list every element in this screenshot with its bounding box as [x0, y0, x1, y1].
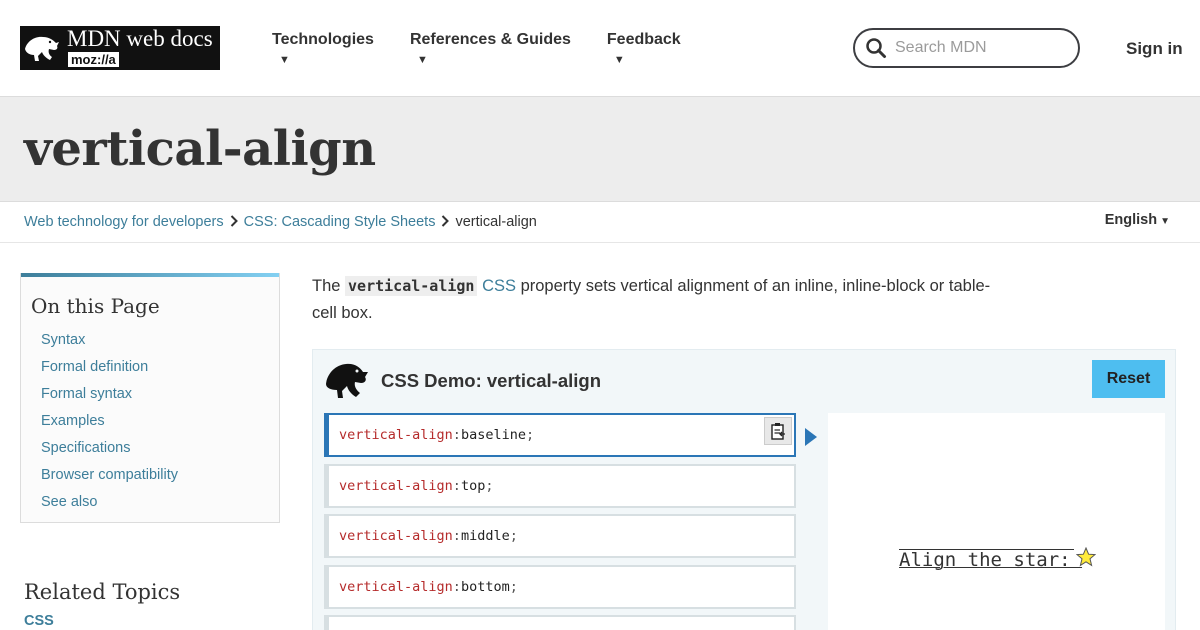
toc-link-syntax[interactable]: Syntax: [41, 332, 279, 359]
choice-semicolon: ;: [509, 528, 518, 544]
choice-semicolon: ;: [509, 579, 518, 595]
choice-semicolon: ;: [485, 478, 494, 494]
demo-header: CSS Demo: vertical-align: [325, 362, 601, 400]
search-input[interactable]: [895, 39, 1065, 57]
choice-property: vertical-align: [339, 427, 453, 443]
logo-text: MDN web docs moz://a: [64, 26, 220, 70]
demo-choice-middle[interactable]: vertical-align: middle;: [324, 514, 796, 558]
toc-link-specifications[interactable]: Specifications: [41, 440, 279, 467]
breadcrumb-link-css[interactable]: CSS: Cascading Style Sheets: [244, 214, 436, 230]
related-topics: Related Topics CSS: [24, 580, 180, 629]
main-nav: Technologies ▼ References & Guides ▼ Fee…: [272, 30, 717, 70]
nav-feedback[interactable]: Feedback ▼: [607, 30, 681, 70]
toc-heading: On this Page: [31, 294, 160, 318]
toc-link-formal-definition[interactable]: Formal definition: [41, 359, 279, 386]
interactive-demo: CSS Demo: vertical-align Reset vertical-…: [312, 349, 1176, 630]
choice-value: bottom: [460, 579, 510, 595]
toc-link-browser-compatibility[interactable]: Browser compatibility: [41, 467, 279, 494]
mdn-logo[interactable]: MDN web docs moz://a: [20, 26, 220, 70]
search-icon: [866, 38, 886, 58]
site-header: MDN web docs moz://a Technologies ▼ Refe…: [0, 0, 1200, 97]
nav-label: References & Guides: [409, 31, 571, 48]
choice-value: top: [460, 478, 486, 494]
breadcrumb-bar: Web technology for developers CSS: Casca…: [0, 202, 1200, 243]
language-label: English: [1104, 212, 1158, 228]
copy-to-clipboard-icon[interactable]: [764, 417, 792, 445]
choice-property: vertical-align: [339, 528, 453, 544]
choice-colon: :: [452, 579, 461, 595]
title-band: vertical-align: [0, 97, 1200, 202]
intro-code: vertical-align: [345, 276, 478, 296]
breadcrumb: Web technology for developers CSS: Casca…: [24, 214, 537, 230]
nav-label: Feedback: [606, 31, 681, 48]
demo-choice-bottom[interactable]: vertical-align: bottom;: [324, 565, 796, 609]
caret-down-icon: ▼: [279, 54, 290, 66]
choice-semicolon: ;: [525, 427, 535, 443]
choice-colon: :: [452, 478, 461, 494]
intro-paragraph: The vertical-align CSS property sets ver…: [312, 273, 992, 327]
toc-accent-bar: [21, 273, 279, 277]
star-icon: [1076, 547, 1096, 567]
demo-choice-baseline[interactable]: vertical-align: baseline;: [324, 413, 796, 457]
sign-in-link[interactable]: Sign in: [1126, 39, 1183, 59]
toc-link-see-also[interactable]: See also: [41, 494, 279, 521]
demo-title: CSS Demo: vertical-align: [381, 370, 602, 391]
page-title: vertical-align: [24, 121, 376, 177]
on-this-page-panel: On this Page Syntax Formal definition Fo…: [20, 273, 280, 523]
toc-link-formal-syntax[interactable]: Formal syntax: [41, 386, 279, 413]
choice-property: vertical-align: [339, 579, 453, 595]
reset-button[interactable]: Reset: [1092, 360, 1165, 398]
related-link-css[interactable]: CSS: [24, 613, 180, 629]
caret-down-icon: ▼: [613, 54, 625, 66]
css-link[interactable]: CSS: [482, 277, 516, 295]
dinosaur-logo-icon: [20, 26, 64, 70]
toc-link-examples[interactable]: Examples: [41, 413, 279, 440]
toc-list: Syntax Formal definition Formal syntax E…: [21, 332, 279, 521]
choice-value: middle: [460, 528, 510, 544]
caret-down-icon: ▼: [1160, 216, 1170, 227]
chevron-right-icon: [230, 214, 238, 230]
demo-choice-partial[interactable]: [324, 615, 796, 630]
choice-colon: :: [452, 528, 461, 544]
demo-choice-top[interactable]: vertical-align: top;: [324, 464, 796, 508]
choice-colon: :: [452, 427, 461, 443]
choice-value: baseline: [460, 427, 526, 443]
related-topics-heading: Related Topics: [24, 580, 181, 604]
demo-output-panel: Align the star:: [828, 413, 1165, 630]
output-text: Align the star:: [899, 549, 1083, 571]
play-arrow-icon: [805, 428, 817, 446]
language-selector[interactable]: English ▼: [1105, 212, 1170, 228]
nav-technologies[interactable]: Technologies ▼: [272, 30, 374, 70]
dinosaur-icon: [326, 363, 368, 398]
logo-title: MDN web docs: [67, 26, 213, 51]
caret-down-icon: ▼: [416, 54, 428, 66]
choice-property: vertical-align: [339, 478, 453, 494]
mozilla-wordmark: moz://a: [68, 52, 119, 67]
intro-prefix: The: [312, 277, 346, 295]
chevron-right-icon: [441, 214, 450, 230]
search-box[interactable]: [853, 28, 1080, 68]
nav-references-guides[interactable]: References & Guides ▼: [410, 30, 571, 70]
nav-label: Technologies: [272, 31, 374, 48]
breadcrumb-link-web-technology[interactable]: Web technology for developers: [24, 214, 224, 230]
breadcrumb-current: vertical-align: [455, 214, 537, 230]
